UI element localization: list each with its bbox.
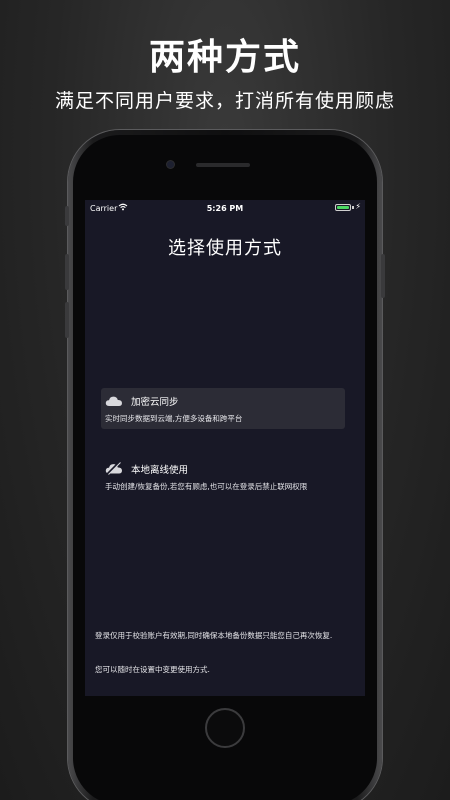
earpiece-speaker	[196, 163, 250, 167]
option-description: 实时同步数据到云端,方便多设备和跨平台	[105, 414, 243, 423]
status-time: 5:26 PM	[206, 204, 244, 213]
offline-cloud-icon	[105, 462, 125, 476]
battery-level	[337, 206, 349, 209]
power-button	[381, 254, 385, 298]
battery-tip	[352, 206, 354, 209]
settings-note: 您可以随时在设置中变更使用方式.	[95, 665, 210, 674]
login-note: 登录仅用于校验账户有效期,同时确保本地备份数据只能您自己再次恢复.	[95, 631, 333, 640]
headline: 两种方式	[148, 37, 301, 78]
mute-switch	[65, 206, 69, 226]
status-bar: Carrier 5:26 PM ⚡	[85, 200, 365, 218]
charging-icon: ⚡	[355, 202, 361, 211]
subheadline: 满足不同用户要求，打消所有使用顾虑	[54, 90, 395, 112]
app-screen: Carrier 5:26 PM ⚡ 选择使用方式 加密云同步 实时同步数据到云端…	[85, 200, 365, 696]
home-button[interactable]	[205, 708, 245, 748]
option-label: 加密云同步	[131, 396, 179, 408]
option-offline-use[interactable]: 本地离线使用 手动创建/恢复备份,若您有顾虑,也可以在登录后禁止联网权限	[101, 456, 345, 512]
phone-frame: Carrier 5:26 PM ⚡ 选择使用方式 加密云同步 实时同步数据到云端…	[65, 130, 385, 800]
volume-up-button	[65, 254, 69, 290]
option-cloud-sync[interactable]: 加密云同步 实时同步数据到云端,方便多设备和跨平台	[101, 388, 345, 429]
page-title: 选择使用方式	[168, 238, 282, 259]
option-description: 手动创建/恢复备份,若您有顾虑,也可以在登录后禁止联网权限	[105, 482, 308, 491]
cloud-icon	[105, 394, 125, 408]
battery-icon	[335, 204, 351, 211]
front-camera	[167, 161, 174, 168]
volume-down-button	[65, 302, 69, 338]
option-label: 本地离线使用	[131, 464, 189, 476]
